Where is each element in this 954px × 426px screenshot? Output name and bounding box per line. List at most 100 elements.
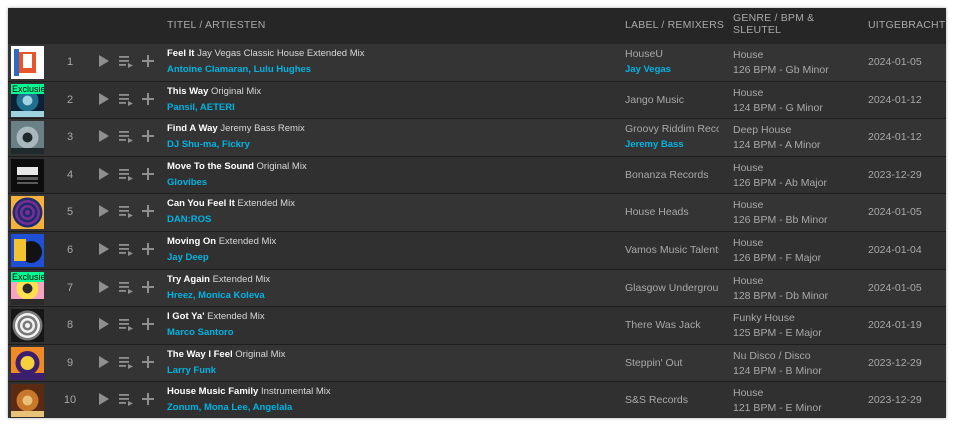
track-genre[interactable]: Deep House xyxy=(733,123,821,138)
track-genre[interactable]: House xyxy=(733,274,828,289)
track-artists[interactable]: Glovibes xyxy=(167,177,207,189)
track-genre[interactable]: Funky House xyxy=(733,311,822,326)
track-label[interactable]: House Heads xyxy=(625,206,719,219)
track-label[interactable]: Glasgow Underground xyxy=(625,282,719,295)
add-to-queue-icon[interactable] xyxy=(118,242,134,256)
track-genre-bpm: Funky House 125 BPM - E Major xyxy=(733,311,822,341)
track-genre[interactable]: Nu Disco / Disco xyxy=(733,349,822,364)
plus-icon[interactable] xyxy=(141,204,155,218)
column-header-genre[interactable]: GENRE / BPM & SLEUTEL xyxy=(733,12,843,36)
track-title[interactable]: Can You Feel It xyxy=(167,198,235,209)
track-row[interactable]: 10 House Music Family Instrumental Mix Zon… xyxy=(8,382,946,418)
add-to-queue-icon[interactable] xyxy=(118,355,134,369)
play-icon[interactable] xyxy=(98,392,110,406)
plus-icon[interactable] xyxy=(141,355,155,369)
track-label[interactable]: Jango Music xyxy=(625,94,719,107)
plus-icon[interactable] xyxy=(141,129,155,143)
track-title[interactable]: I Got Ya' xyxy=(167,311,204,322)
track-artists[interactable]: Hreez, Monica Koleva xyxy=(167,290,265,302)
album-artwork[interactable] xyxy=(11,233,44,267)
add-to-queue-icon[interactable] xyxy=(118,317,134,332)
track-artists[interactable]: Pansil, AETERI xyxy=(167,102,235,114)
add-to-queue-icon[interactable] xyxy=(118,54,134,68)
track-title[interactable]: Move To the Sound xyxy=(167,161,254,172)
track-row[interactable]: 5 Can You Feel It Extended Mix DAN:ROS Hous… xyxy=(8,194,946,232)
track-genre[interactable]: House xyxy=(733,198,828,213)
track-artists[interactable]: DJ Shu-ma, Fickry xyxy=(167,139,250,151)
track-label[interactable]: S&S Records xyxy=(625,394,719,407)
plus-icon[interactable] xyxy=(141,92,155,106)
track-title[interactable]: Try Again xyxy=(167,274,210,285)
add-to-queue-icon[interactable] xyxy=(118,280,134,294)
column-header-title[interactable]: TITEL / ARTIESTEN xyxy=(167,19,266,31)
play-icon[interactable] xyxy=(98,54,110,68)
plus-icon[interactable] xyxy=(141,167,155,181)
album-artwork[interactable] xyxy=(11,46,44,79)
track-number: 3 xyxy=(66,131,74,144)
track-label[interactable]: Steppin' Out xyxy=(625,357,719,370)
album-artwork[interactable] xyxy=(11,158,44,192)
add-to-queue-icon[interactable] xyxy=(118,92,134,106)
track-label[interactable]: Vamos Music Talents xyxy=(625,244,719,257)
track-title[interactable]: House Music Family xyxy=(167,386,258,397)
track-label[interactable]: Bonanza Records xyxy=(625,169,719,182)
plus-icon[interactable] xyxy=(141,317,155,331)
track-row[interactable]: 8 I Got Ya' Extended Mix Marco Santoro Ther… xyxy=(8,307,946,345)
plus-icon[interactable] xyxy=(141,54,155,68)
play-icon[interactable] xyxy=(98,317,110,331)
track-row[interactable]: 1 Feel It Jay Vegas Classic House Extende… xyxy=(8,44,946,82)
play-icon[interactable] xyxy=(98,242,110,256)
track-row[interactable]: 9 The Way I Feel Original Mix Larry Funk St… xyxy=(8,344,946,383)
plus-icon[interactable] xyxy=(141,280,155,294)
play-icon[interactable] xyxy=(98,92,110,106)
play-icon[interactable] xyxy=(98,129,110,143)
album-artwork[interactable]: Exclusief xyxy=(11,83,44,117)
play-icon[interactable] xyxy=(98,280,110,294)
album-artwork[interactable] xyxy=(11,384,44,418)
track-mix-name: Original Mix xyxy=(235,348,286,360)
track-title[interactable]: Moving On xyxy=(167,236,216,247)
album-artwork[interactable] xyxy=(11,309,44,343)
track-row[interactable]: 4 Move To the Sound Original Mix Glovibes B… xyxy=(8,156,946,195)
album-artwork[interactable] xyxy=(11,196,44,230)
track-genre[interactable]: House xyxy=(733,161,827,176)
track-artists[interactable]: Antoine Clamaran, Lulu Hughes xyxy=(167,64,311,76)
track-genre[interactable]: House xyxy=(733,86,823,101)
play-icon[interactable] xyxy=(98,355,110,369)
album-artwork[interactable] xyxy=(11,346,44,380)
play-icon[interactable] xyxy=(98,204,110,218)
track-genre[interactable]: House xyxy=(733,48,829,63)
track-label[interactable]: Groovy Riddim Records xyxy=(625,123,719,136)
add-to-queue-icon[interactable] xyxy=(118,129,134,144)
column-header-label[interactable]: LABEL / REMIXERS xyxy=(625,19,724,31)
track-row[interactable]: Exclusief 2 This Way Original Mix Pansil, A… xyxy=(8,81,946,120)
track-remixer[interactable]: Jeremy Bass xyxy=(625,139,684,150)
track-title[interactable]: Feel It xyxy=(167,48,194,59)
track-row[interactable]: 6 Moving On Extended Mix Jay Deep Vamos Mus… xyxy=(8,231,946,270)
track-genre[interactable]: House xyxy=(733,236,821,251)
add-to-queue-icon[interactable] xyxy=(118,167,134,181)
track-title[interactable]: This Way xyxy=(167,86,208,97)
track-artists[interactable]: Marco Santoro xyxy=(167,327,234,339)
plus-icon[interactable] xyxy=(141,242,155,256)
track-artists[interactable]: Larry Funk xyxy=(167,365,216,377)
track-row[interactable]: Exclusief 7 Try Again Extended Mix Hreez, M… xyxy=(8,269,946,308)
track-artists[interactable]: Zonum, Mona Lee, Angelala xyxy=(167,402,292,414)
track-row[interactable]: 3 Find A Way Jeremy Bass Remix DJ Shu-ma, … xyxy=(8,119,946,157)
track-title-line: Find A Way Jeremy Bass Remix xyxy=(167,123,617,135)
add-to-queue-icon[interactable] xyxy=(118,204,134,219)
track-genre[interactable]: House xyxy=(733,386,822,401)
plus-icon[interactable] xyxy=(141,392,155,406)
album-artwork[interactable]: Exclusief xyxy=(11,271,44,305)
track-title[interactable]: Find A Way xyxy=(167,123,218,134)
track-artists[interactable]: DAN:ROS xyxy=(167,214,211,226)
play-icon[interactable] xyxy=(98,167,110,181)
track-artists[interactable]: Jay Deep xyxy=(167,252,209,264)
track-title[interactable]: The Way I Feel xyxy=(167,349,233,360)
track-remixer[interactable]: Jay Vegas xyxy=(625,64,671,75)
album-artwork[interactable] xyxy=(11,121,44,155)
column-header-release-date[interactable]: UITGEBRACHT xyxy=(868,19,945,31)
add-to-queue-icon[interactable] xyxy=(118,392,134,407)
track-label[interactable]: HouseU xyxy=(625,48,719,61)
track-label[interactable]: There Was Jack xyxy=(625,319,719,332)
